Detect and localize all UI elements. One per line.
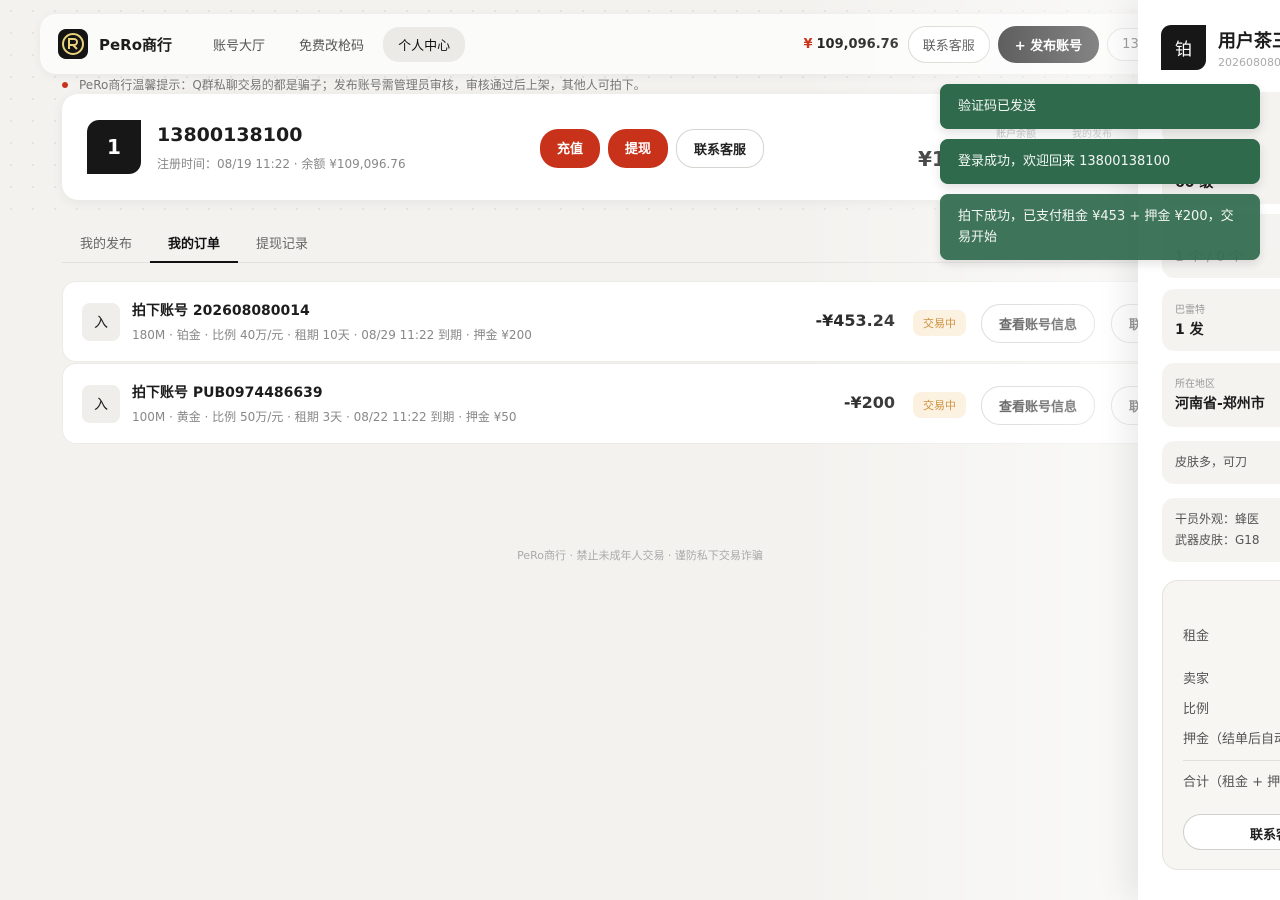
order-type-badge: 入 [82, 385, 120, 423]
desc-text: 皮肤多，可刀 [1175, 455, 1248, 469]
view-account-button[interactable]: 查看账号信息 [981, 386, 1096, 425]
order-type-badge: 入 [82, 303, 120, 341]
order-row: 入 拍下账号 202608080014 180M · 铂金 · 比例 40万/元… [62, 281, 1191, 362]
order-meta: 100M · 黄金 · 比例 50万/元 · 租期 3天 · 08/22 11:… [132, 410, 517, 424]
order-meta: 180M · 铂金 · 比例 40万/元 · 租期 10天 · 08/29 11… [132, 328, 532, 342]
toast-order-success: 拍下成功，已支付租金 ¥453 + 押金 ¥200，交易开始 [940, 194, 1260, 260]
tier-icon: 铂 [1161, 25, 1206, 70]
toast-login-success: 登录成功，欢迎回来 13800138100 [940, 139, 1260, 184]
top-nav: PeRo商行 账号大厅 免费改枪码 个人中心 ¥109,096.76 联系客服 … [40, 14, 1180, 74]
publish-account-button[interactable]: + 发布账号 [997, 25, 1100, 63]
nav-contact-button[interactable]: 联系客服 [907, 25, 990, 63]
drawer-card-skins: 干员外观：蜂医 武器皮肤：G18 [1162, 498, 1280, 562]
nav-actions: ¥109,096.76 联系客服 + 发布账号 138 [803, 25, 1162, 63]
drawer-card-desc: 皮肤多，可刀 [1162, 441, 1280, 484]
tab-my-orders[interactable]: 我的订单 [150, 222, 239, 263]
profile-phone: 13800138100 [157, 124, 303, 146]
recharge-button[interactable]: 充值 [540, 129, 601, 168]
notice-dot-icon [62, 81, 68, 88]
drawer-seller-name: 用户茶三 [1218, 31, 1280, 52]
status-badge: 交易中 [913, 392, 966, 418]
profile-actions: 充值 提现 联系客服 [540, 129, 765, 168]
price-total-label: 合计（租金 + 押金） [1183, 775, 1280, 790]
drawer-card-region: 所在地区 河南省-郑州市 [1162, 363, 1280, 427]
price-rent-label: 租金 [1183, 629, 1210, 644]
profile-reg-info: 注册时间：08/19 11:22 · 余额 ¥109,096.76 [157, 157, 406, 171]
bart-label: 巴雷特 [1175, 305, 1205, 316]
bart-value: 1 发 [1175, 322, 1204, 338]
tab-my-publish[interactable]: 我的发布 [62, 222, 150, 263]
price-deposit-label: 押金（结单后自动退还） [1183, 732, 1280, 747]
nav-tab-lobby[interactable]: 账号大厅 [198, 27, 280, 62]
price-divider [1183, 760, 1280, 761]
notice-text: PeRo商行温馨提示：Q群私聊交易的都是骗子；发布账号需管理员审核，审核通过后上… [79, 78, 646, 92]
tab-withdraw-records[interactable]: 提现记录 [238, 222, 326, 263]
toast-code-sent: 验证码已发送 [940, 84, 1260, 129]
notice-bar: PeRo商行温馨提示：Q群私聊交易的都是骗子；发布账号需管理员审核，审核通过后上… [62, 76, 646, 93]
nav-tab-gun-code[interactable]: 免费改枪码 [284, 27, 379, 62]
order-title: 拍下账号 PUB0974486639 [132, 385, 323, 401]
order-amount: -¥200 [843, 393, 895, 412]
region-value: 河南省-郑州市 [1175, 396, 1265, 412]
skin-line-weapon: 武器皮肤：G18 [1175, 533, 1260, 547]
view-account-button[interactable]: 查看账号信息 [981, 304, 1096, 343]
price-ratio-label: 比例 [1183, 702, 1210, 717]
brand-logo-icon[interactable] [58, 29, 88, 59]
order-title: 拍下账号 202608080014 [132, 303, 310, 319]
drawer-contact-button[interactable]: 联系客服 [1183, 814, 1280, 850]
yen-symbol: ¥ [803, 36, 813, 52]
status-badge: 交易中 [913, 310, 966, 336]
brand-name[interactable]: PeRo商行 [99, 34, 172, 55]
footer-text: PeRo商行 · 禁止未成年人交易 · 谨防私下交易诈骗 [517, 549, 763, 562]
region-label: 所在地区 [1175, 379, 1215, 390]
skin-line-operator: 干员外观：蜂医 [1175, 512, 1260, 526]
nav-tab-personal-center[interactable]: 个人中心 [383, 26, 466, 62]
avatar: 1 [87, 120, 141, 174]
order-row: 入 拍下账号 PUB0974486639 100M · 黄金 · 比例 50万/… [62, 363, 1191, 444]
nav-balance-amount: 109,096.76 [816, 36, 899, 52]
nav-balance: ¥109,096.76 [803, 37, 898, 52]
drawer-account-id: 2026080800 [1218, 56, 1280, 69]
profile-contact-button[interactable]: 联系客服 [676, 129, 765, 168]
order-amount: -¥453.24 [815, 311, 895, 330]
drawer-card-bart: 巴雷特 1 发 [1162, 289, 1280, 351]
price-seller-label: 卖家 [1183, 672, 1210, 687]
account-detail-drawer: 铂 用户茶三 2026080800 60 级 1 个 / 0 个 巴雷特 1 发… [1138, 0, 1280, 900]
withdraw-button[interactable]: 提现 [608, 129, 669, 168]
price-summary: 租金 卖家 比例 押金（结单后自动退还） 合计（租金 + 押金） 联系客服 [1162, 580, 1280, 870]
